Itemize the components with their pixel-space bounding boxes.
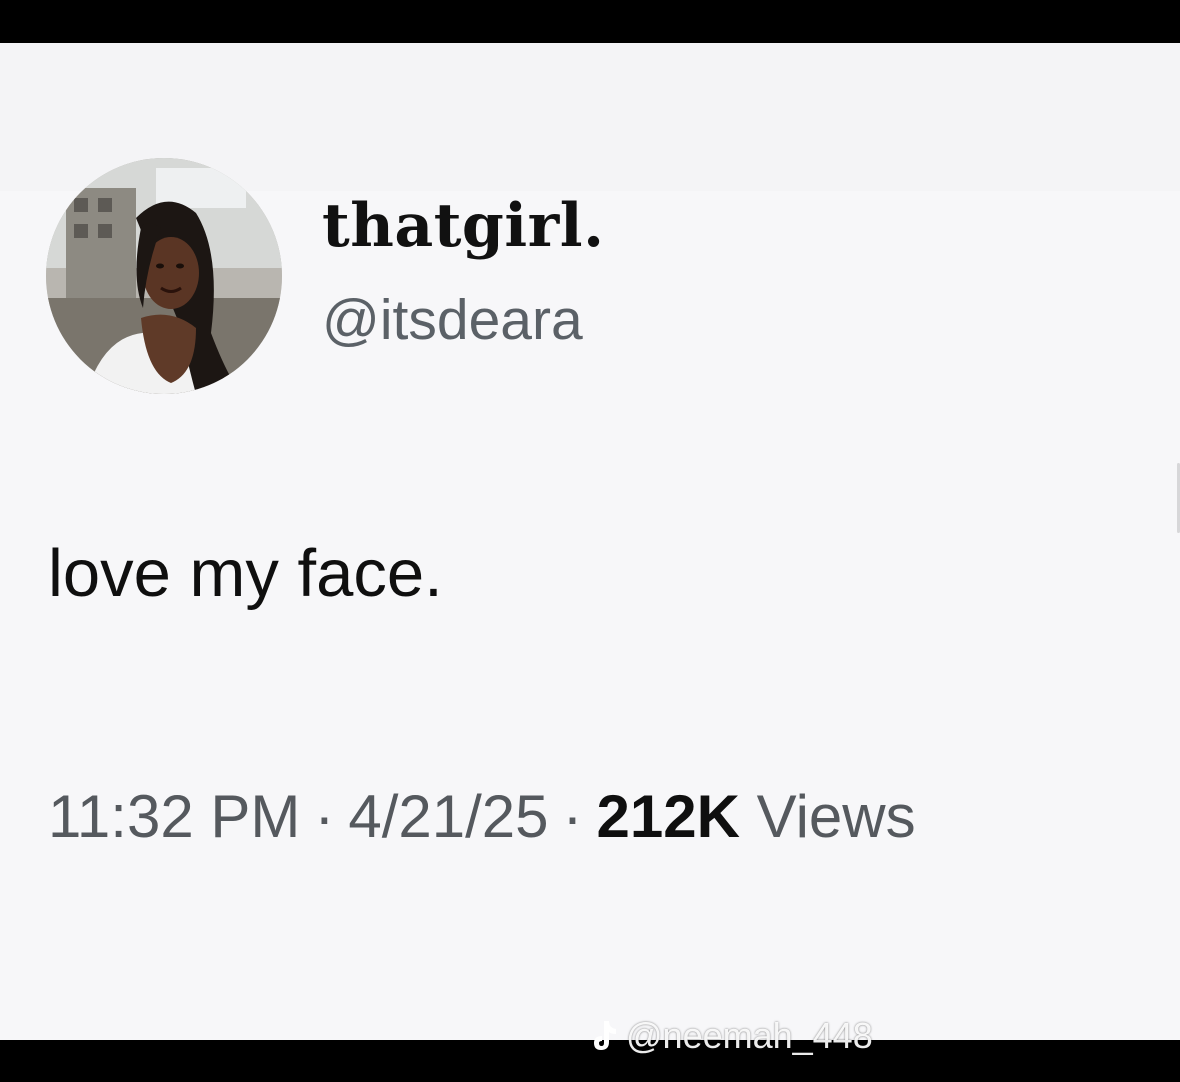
- watermark-text: @neemah_448: [626, 1015, 873, 1056]
- tweet-date[interactable]: 4/21/25: [348, 783, 548, 850]
- avatar[interactable]: [46, 158, 282, 394]
- tweet-text: love my face.: [48, 536, 443, 611]
- avatar-photo: [46, 158, 282, 394]
- tweet-time[interactable]: 11:32 PM: [48, 783, 300, 850]
- screenshot-frame: thatgirl. @itsdeara love my face. 11:32 …: [0, 0, 1180, 1082]
- tiktok-watermark: @neemah_448: [590, 1018, 873, 1054]
- views-label: Views: [756, 783, 916, 850]
- user-handle[interactable]: @itsdeara: [322, 292, 583, 349]
- display-name[interactable]: thatgirl.: [322, 196, 604, 256]
- tiktok-icon: [590, 1019, 618, 1053]
- meta-separator: ·: [314, 783, 335, 850]
- views-count[interactable]: 212K: [597, 783, 740, 850]
- meta-separator: ·: [562, 783, 583, 850]
- tweet-meta: 11:32 PM · 4/21/25 · 212K Views: [48, 787, 916, 847]
